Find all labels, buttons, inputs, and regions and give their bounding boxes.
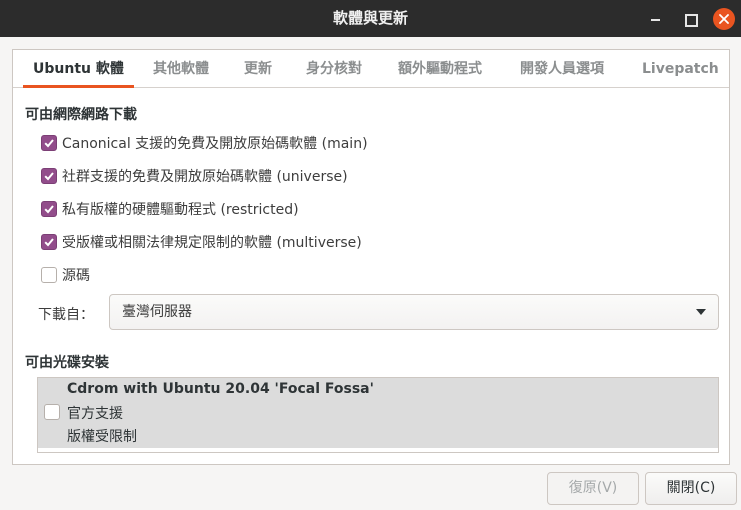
cdrom-list: Cdrom with Ubuntu 20.04 'Focal Fossa' 官方… [37,377,719,453]
option-main[interactable]: Canonical 支援的免費及開放原始碼軟體 (main) [41,132,368,154]
checkmark-icon [44,238,54,247]
download-server-value: 臺灣伺服器 [122,304,192,320]
tab-livepatch[interactable]: Livepatch [642,50,719,88]
tab-developer-options[interactable]: 開發人員選項 [520,50,604,88]
close-icon [719,14,729,24]
checkbox-checked[interactable] [41,201,57,217]
maximize-button[interactable] [679,8,701,30]
internet-section-heading: 可由網際網路下載 [25,107,137,123]
tab-authentication[interactable]: 身分核對 [306,50,362,88]
checkbox-checked[interactable] [41,135,57,151]
tab-bar: Ubuntu 軟體 其他軟體 更新 身分核對 額外驅動程式 開發人員選項 Liv… [13,50,729,88]
close-button[interactable]: 關閉(C) [645,472,737,505]
close-window-button[interactable] [713,8,735,30]
option-restricted-label: 私有版權的硬體驅動程式 (restricted) [62,202,299,218]
option-universe[interactable]: 社群支援的免費及開放原始碼軟體 (universe) [41,165,348,187]
checkmark-icon [44,139,54,148]
option-source-code[interactable]: 源碼 [41,264,90,286]
window-title: 軟體與更新 [332,9,408,27]
tab-ubuntu-software[interactable]: Ubuntu 軟體 [23,50,134,88]
tab-updates[interactable]: 更新 [244,50,272,88]
cdrom-support: 官方支援 [67,406,123,422]
option-multiverse[interactable]: 受版權或相關法律規定限制的軟體 (multiverse) [41,231,362,253]
checkbox-checked[interactable] [41,234,57,250]
option-restricted[interactable]: 私有版權的硬體驅動程式 (restricted) [41,198,299,220]
checkmark-icon [44,205,54,214]
cdrom-copyright: 版權受限制 [67,429,137,445]
tab-other-software[interactable]: 其他軟體 [153,50,209,88]
minimize-button[interactable] [645,8,667,30]
cdrom-list-item[interactable]: Cdrom with Ubuntu 20.04 'Focal Fossa' 官方… [38,378,718,448]
tab-additional-drivers[interactable]: 額外驅動程式 [398,50,482,88]
dropdown-arrow-icon [696,309,706,315]
checkbox-unchecked[interactable] [44,404,60,420]
title-bar: 軟體與更新 [0,0,741,37]
download-from-label: 下載自： [38,307,94,323]
download-server-select[interactable]: 臺灣伺服器 [109,294,719,330]
cdrom-name: Cdrom with Ubuntu 20.04 'Focal Fossa' [67,381,374,397]
revert-button[interactable]: 復原(V) [547,472,639,505]
option-main-label: Canonical 支援的免費及開放原始碼軟體 (main) [62,136,368,152]
checkbox-unchecked[interactable] [41,267,57,283]
option-universe-label: 社群支援的免費及開放原始碼軟體 (universe) [62,169,348,185]
option-multiverse-label: 受版權或相關法律規定限制的軟體 (multiverse) [62,235,362,251]
settings-notebook: Ubuntu 軟體 其他軟體 更新 身分核對 額外驅動程式 開發人員選項 Liv… [12,49,730,465]
cdrom-section-heading: 可由光碟安裝 [25,355,109,371]
option-source-code-label: 源碼 [62,268,90,284]
checkmark-icon [44,172,54,181]
checkbox-checked[interactable] [41,168,57,184]
